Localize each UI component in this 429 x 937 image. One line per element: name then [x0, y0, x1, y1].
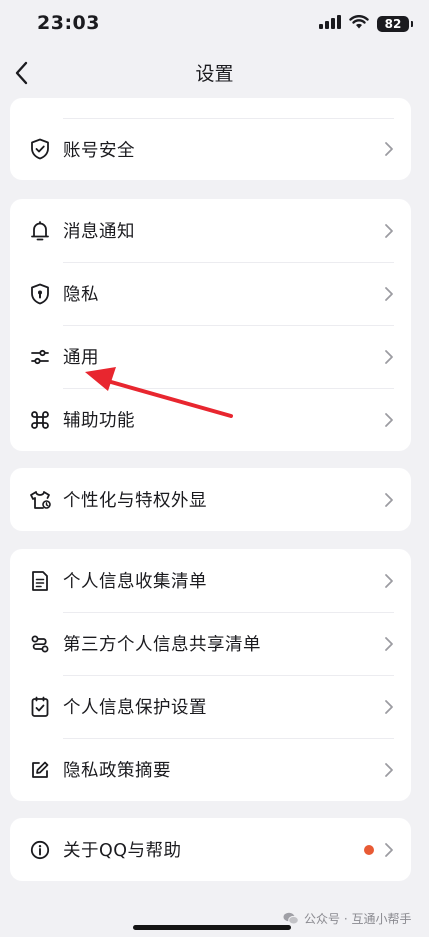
- settings-item-about-help[interactable]: 关于QQ与帮助: [10, 818, 411, 881]
- nav-bar: 设置: [0, 48, 429, 98]
- chevron-right-icon: [385, 142, 393, 156]
- settings-item-label: 隐私政策摘要: [63, 761, 171, 781]
- settings-item-privacy-policy[interactable]: 隐私政策摘要: [10, 738, 411, 801]
- battery-indicator: 82: [377, 15, 413, 32]
- shield-check-icon: [29, 138, 51, 160]
- settings-item-account-security[interactable]: 账号安全: [10, 118, 411, 180]
- settings-item-label: 隐私: [63, 285, 99, 305]
- about-card: 关于QQ与帮助: [10, 818, 411, 881]
- settings-item-info-protection[interactable]: 个人信息保护设置: [10, 675, 411, 738]
- status-bar: 23:03 82: [0, 0, 429, 48]
- settings-item-general[interactable]: 通用: [10, 325, 411, 388]
- wifi-icon: [349, 14, 369, 33]
- info-icon: [29, 839, 51, 861]
- settings-item-personalization[interactable]: 个性化与特权外显: [10, 468, 411, 531]
- chevron-right-icon: [385, 349, 393, 364]
- edit-icon: [29, 759, 51, 781]
- settings-item-notifications[interactable]: 消息通知: [10, 199, 411, 262]
- settings-item-label: 个人信息收集清单: [63, 572, 207, 592]
- shield-lock-icon: [29, 283, 51, 305]
- chevron-right-icon: [385, 699, 393, 714]
- chevron-right-icon: [385, 636, 393, 651]
- chevron-right-icon: [385, 286, 393, 301]
- settings-item-label: 第三方个人信息共享清单: [63, 635, 261, 655]
- watermark-text: 公众号 · 互通小帮手: [304, 912, 412, 926]
- settings-item-privacy[interactable]: 隐私: [10, 262, 411, 325]
- settings-item-info-collection-list[interactable]: 个人信息收集清单: [10, 549, 411, 612]
- sliders-icon: [29, 346, 51, 368]
- home-indicator[interactable]: [133, 925, 291, 930]
- privacy-info-card: 个人信息收集清单 第三方个人信息共享清单 个人信息保护设置 隐私政策摘要: [10, 549, 411, 801]
- wechat-icon: [283, 912, 299, 925]
- settings-item-label: 关于QQ与帮助: [63, 841, 182, 861]
- settings-item-label: 个人信息保护设置: [63, 698, 207, 718]
- chevron-right-icon: [385, 412, 393, 427]
- chevron-right-icon: [385, 762, 393, 777]
- command-icon: [29, 409, 51, 431]
- watermark: 公众号 · 互通小帮手: [283, 910, 411, 927]
- signal-icon: [319, 14, 341, 33]
- chevron-right-icon: [385, 842, 393, 857]
- status-time: 23:03: [37, 12, 100, 34]
- general-card: 消息通知 隐私 通用 辅助功能: [10, 199, 411, 451]
- status-icons: 82: [319, 14, 413, 33]
- settings-item-label: 个性化与特权外显: [63, 491, 207, 511]
- page-title: 设置: [195, 63, 234, 85]
- bell-icon: [29, 220, 51, 242]
- tshirt-icon: [29, 489, 51, 511]
- account-card: 账号安全: [10, 98, 411, 180]
- settings-item-label: 通用: [63, 348, 99, 368]
- settings-item-label: 账号安全: [63, 140, 135, 161]
- chevron-right-icon: [385, 492, 393, 507]
- chevron-right-icon: [385, 573, 393, 588]
- settings-item-third-party-sharing[interactable]: 第三方个人信息共享清单: [10, 612, 411, 675]
- settings-item-accessibility[interactable]: 辅助功能: [10, 388, 411, 451]
- checklist-icon: [29, 696, 51, 718]
- settings-item-label: 消息通知: [63, 222, 135, 242]
- document-icon: [29, 570, 51, 592]
- share-flow-icon: [29, 633, 51, 655]
- personalization-card: 个性化与特权外显: [10, 468, 411, 531]
- chevron-right-icon: [385, 223, 393, 238]
- settings-item-label: 辅助功能: [63, 411, 135, 431]
- notification-dot: [364, 844, 374, 855]
